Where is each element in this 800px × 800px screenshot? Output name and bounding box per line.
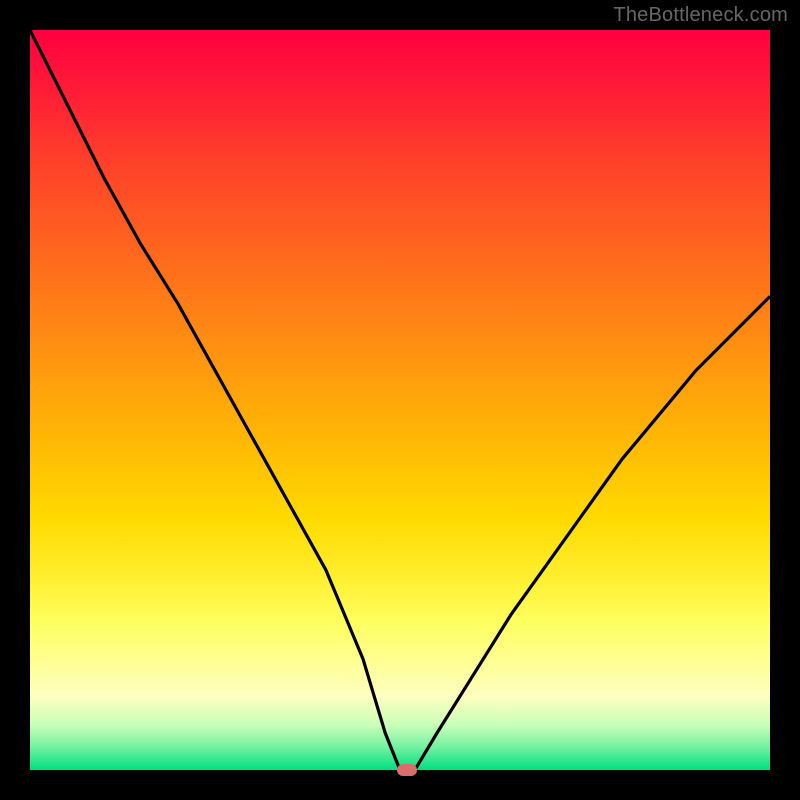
marker-dot (397, 764, 417, 776)
chart-frame: TheBottleneck.com (0, 0, 800, 800)
chart-gradient-area (30, 30, 770, 770)
watermark-text: TheBottleneck.com (613, 4, 788, 27)
